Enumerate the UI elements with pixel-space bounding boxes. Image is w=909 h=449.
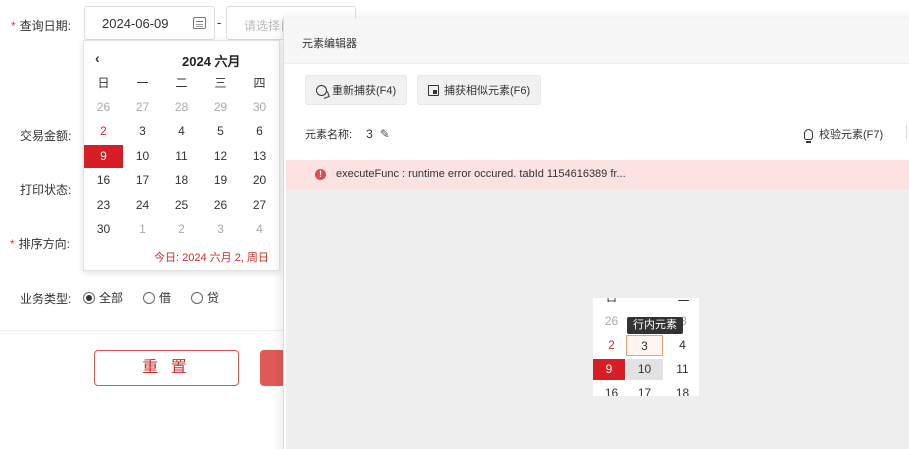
calendar-grid: 日 一 二 三 四 26 27 28 29 30 2 3 4 5 6 9 10 …: [84, 71, 279, 242]
screen: * 查询日期: 2024-06-09 - 请选择日期 交易金额: 打印状态: * 排…: [0, 0, 909, 449]
capture-similar-icon: [428, 84, 439, 96]
calendar-week: 30 1 2 3 4: [84, 217, 279, 241]
preview-day: 4: [679, 338, 686, 352]
element-name-row: 元素名称: 3 ✎: [305, 126, 390, 142]
calendar-week: 2 3 4 5 6: [84, 120, 279, 144]
reset-button[interactable]: 重 置: [94, 350, 239, 386]
weekday: 四: [253, 75, 266, 90]
radio-all[interactable]: 全部: [83, 289, 123, 306]
error-banner: ! executeFunc : runtime error occured. t…: [286, 160, 909, 189]
calendar-day[interactable]: 27: [123, 96, 162, 119]
radio-debit[interactable]: 借: [143, 289, 171, 306]
calendar-week: 23 24 25 26 27: [84, 193, 279, 217]
preview-day: 10: [626, 359, 663, 380]
element-name-value: 3: [366, 127, 373, 141]
radio-unchecked-icon[interactable]: [143, 291, 156, 304]
calendar-week: 9 10 11 12 13: [84, 144, 279, 168]
start-date-input[interactable]: 2024-06-09: [84, 6, 215, 40]
calendar-day[interactable]: 30: [240, 96, 279, 119]
pencil-icon[interactable]: ✎: [380, 127, 390, 141]
amount-label: 交易金额:: [20, 129, 72, 143]
radio-checked-icon[interactable]: [83, 291, 95, 304]
date-picker-popup: ‹ 2024 六月 日 一 二 三 四 26 27 28 29 30 2 3 4…: [83, 40, 280, 271]
calendar-day[interactable]: 28: [162, 96, 201, 119]
calendar-day[interactable]: 18: [162, 169, 201, 192]
preview-day-highlighted: 3: [626, 335, 663, 356]
biz-type-radio-group: 全部 借 贷: [83, 289, 239, 306]
calendar-day[interactable]: 27: [240, 194, 279, 217]
calendar-day[interactable]: 10: [123, 145, 162, 168]
calendar-week: 16 17 18 19 20: [84, 169, 279, 193]
radio-credit[interactable]: 贷: [191, 289, 219, 306]
calendar-day[interactable]: 4: [162, 120, 201, 143]
prev-month-icon[interactable]: ‹: [95, 50, 100, 66]
preview-day: 11: [676, 362, 689, 376]
recapture-button[interactable]: 重新捕获(F4): [305, 75, 408, 105]
calendar-day[interactable]: 25: [162, 194, 201, 217]
calendar-day[interactable]: 5: [201, 120, 240, 143]
preview-day-selected: 9: [593, 359, 625, 380]
start-date-value: 2024-06-09: [102, 16, 169, 31]
panel-header: 元素编辑器: [284, 18, 909, 64]
weekday: 二: [175, 75, 188, 90]
calendar-day-selected[interactable]: 9: [84, 144, 123, 168]
calendar-day[interactable]: 29: [201, 96, 240, 119]
panel-title: 元素编辑器: [302, 38, 357, 50]
bulb-icon: [804, 128, 813, 143]
toolbar-divider: [906, 124, 907, 140]
query-date-label: * 查询日期:: [11, 19, 72, 33]
weekday-header: 日 一 二 三 四: [84, 71, 279, 95]
form-divider: [0, 330, 283, 331]
calendar-day[interactable]: 23: [84, 194, 123, 217]
preview-weekday: 二: [665, 298, 699, 308]
calendar-day[interactable]: 20: [240, 169, 279, 192]
calendar-day-today[interactable]: 2: [84, 120, 123, 143]
preview-day: 2: [608, 338, 615, 352]
error-icon: !: [315, 169, 326, 180]
calendar-day[interactable]: 19: [201, 169, 240, 192]
sort-direction-label: * 排序方向:: [10, 237, 71, 251]
calendar-day[interactable]: 1: [123, 218, 162, 241]
verify-element-button[interactable]: 校验元素(F7): [804, 126, 883, 143]
preview-day: 17: [637, 386, 652, 396]
date-range-separator: -: [217, 15, 222, 30]
calendar-day[interactable]: 2: [162, 218, 201, 241]
calendar-icon[interactable]: [193, 17, 206, 29]
recapture-icon: [316, 84, 327, 96]
element-name-label: 元素名称:: [305, 129, 353, 141]
calendar-day[interactable]: 11: [162, 145, 201, 168]
calendar-day[interactable]: 16: [84, 169, 123, 192]
preview-day: 18: [675, 386, 690, 396]
calendar-day[interactable]: 30: [84, 218, 123, 241]
weekday: 一: [136, 75, 149, 90]
preview-weekday: 日: [593, 298, 630, 308]
weekday: 三: [214, 75, 227, 90]
calendar-day[interactable]: 3: [123, 120, 162, 143]
calendar-title: 2024 六月: [182, 54, 241, 69]
calendar-day[interactable]: 13: [240, 145, 279, 168]
error-message: executeFunc : runtime error occured. tab…: [336, 168, 626, 180]
radio-unchecked-icon[interactable]: [191, 291, 204, 304]
preview-day: 16: [604, 386, 619, 396]
calendar-day[interactable]: 26: [84, 96, 123, 119]
calendar-day[interactable]: 24: [123, 194, 162, 217]
calendar-day[interactable]: 26: [201, 194, 240, 217]
calendar-day[interactable]: 12: [201, 145, 240, 168]
calendar-day[interactable]: 17: [123, 169, 162, 192]
captured-element-preview: 日 二 26 3 2 3 4 9 10 11 16 17 18: [593, 298, 699, 396]
calendar-day[interactable]: 6: [240, 120, 279, 143]
weekday: 日: [97, 75, 110, 90]
preview-day: 26: [604, 314, 619, 328]
calendar-day[interactable]: 4: [240, 218, 279, 241]
calendar-week: 26 27 28 29 30: [84, 95, 279, 119]
today-link[interactable]: 今日: 2024 六月 2, 周日: [154, 249, 269, 265]
inline-element-tooltip: 行内元素: [627, 317, 683, 334]
biz-type-label: 业务类型:: [20, 292, 72, 306]
print-status-label: 打印状态:: [20, 183, 72, 197]
calendar-day[interactable]: 3: [201, 218, 240, 241]
capture-similar-button[interactable]: 捕获相似元素(F6): [417, 75, 542, 105]
